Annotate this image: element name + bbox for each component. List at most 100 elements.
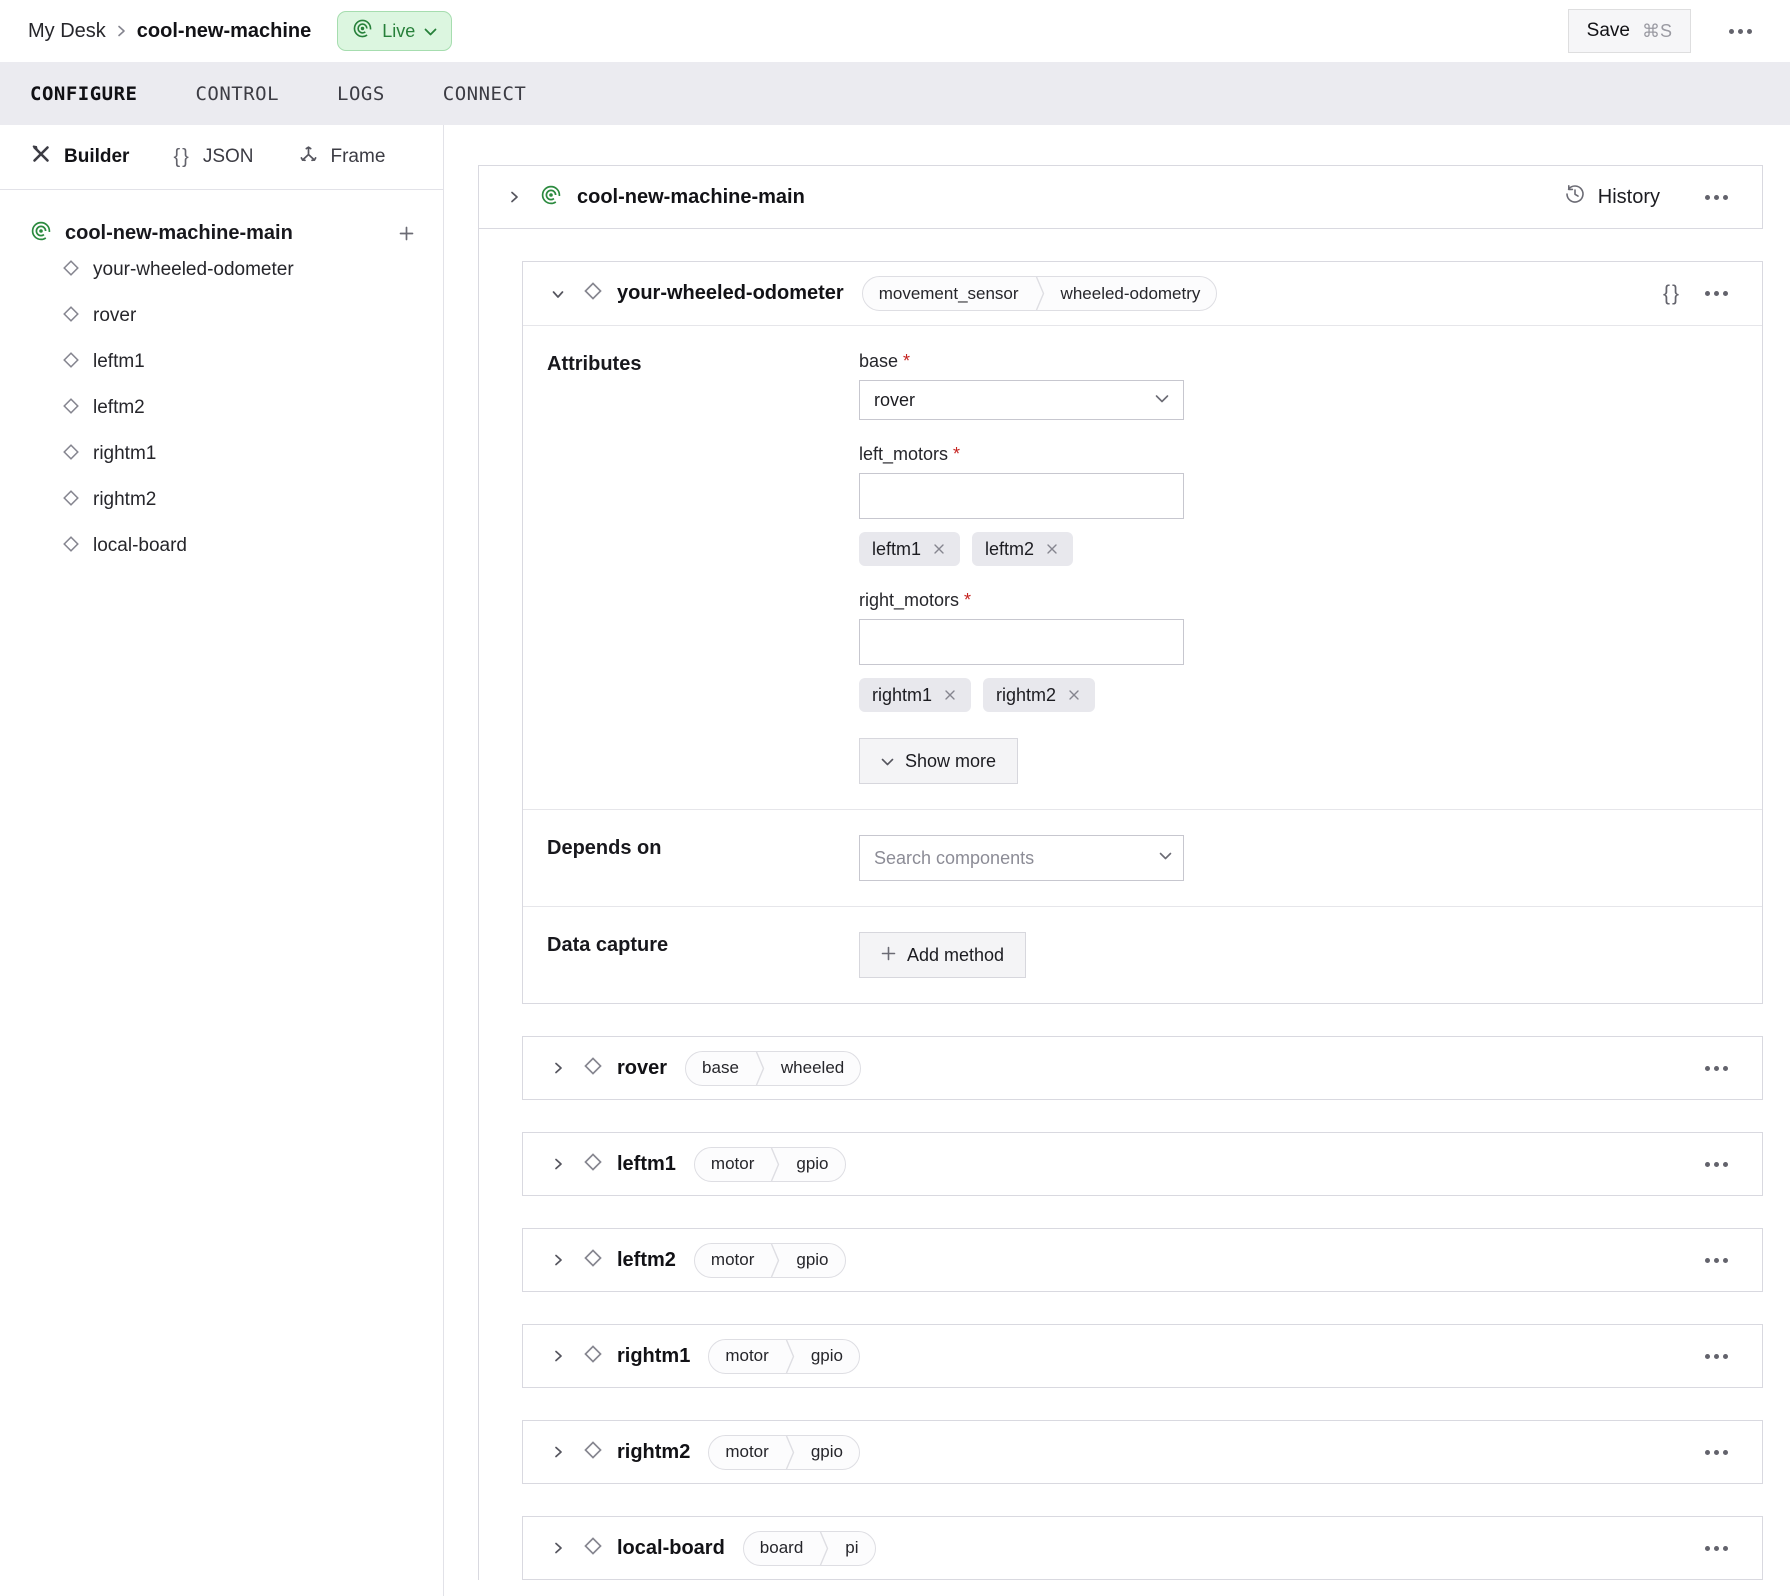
diamond-icon: [583, 1056, 603, 1081]
save-shortcut: ⌘S: [1642, 21, 1672, 42]
remove-chip-icon[interactable]: [1044, 541, 1060, 557]
history-label: History: [1598, 186, 1660, 209]
tag-divider-icon: [819, 1532, 829, 1565]
expand-card-button[interactable]: [547, 1441, 569, 1463]
resource-menu-button[interactable]: [1695, 1054, 1738, 1083]
right-motors-input[interactable]: [859, 619, 1184, 665]
resource-menu-button[interactable]: [1695, 1246, 1738, 1275]
tree-item-rightm2[interactable]: rightm2: [62, 477, 419, 523]
mode-frame-label: Frame: [331, 146, 386, 168]
resource-card-your-wheeled-odometer: your-wheeled-odometer movement_sensor wh…: [522, 261, 1763, 1004]
mode-frame[interactable]: Frame: [298, 144, 386, 171]
expand-card-button[interactable]: [547, 1249, 569, 1271]
configure-sidebar: Builder {} JSON Frame cool-new-machine-m…: [0, 125, 444, 1596]
expand-card-button[interactable]: [547, 1345, 569, 1367]
tree-item-rover[interactable]: rover: [62, 293, 419, 339]
tree-item-rightm1[interactable]: rightm1: [62, 431, 419, 477]
tab-control[interactable]: CONTROL: [195, 83, 279, 105]
resource-card-rover: rover base wheeled: [522, 1036, 1763, 1100]
base-select-value: rover: [874, 390, 1155, 411]
show-more-button[interactable]: Show more: [859, 738, 1018, 784]
part-menu-button[interactable]: [1695, 183, 1738, 212]
base-field-label: base*: [859, 351, 1184, 372]
top-bar: My Desk cool-new-machine Live Save ⌘S: [0, 0, 1790, 62]
resource-menu-button[interactable]: [1695, 1534, 1738, 1563]
mode-builder[interactable]: Builder: [30, 143, 129, 171]
chip-rightm1: rightm1: [859, 678, 971, 712]
resource-type-tag: motor gpio: [708, 1339, 860, 1374]
add-method-label: Add method: [907, 945, 1004, 966]
history-button[interactable]: History: [1564, 183, 1660, 211]
live-status-dropdown[interactable]: Live: [337, 11, 452, 51]
chevron-down-icon: [1155, 391, 1169, 409]
diamond-icon: [62, 397, 80, 420]
part-title: cool-new-machine-main: [577, 186, 1549, 209]
diamond-icon: [62, 351, 80, 374]
configure-main-panel: cool-new-machine-main History your-wheel…: [444, 125, 1790, 1596]
remove-chip-icon[interactable]: [1066, 687, 1082, 703]
resource-type-tag: base wheeled: [685, 1051, 861, 1086]
breadcrumb-parent[interactable]: My Desk: [28, 20, 106, 43]
resource-menu-button[interactable]: [1695, 1342, 1738, 1371]
depends-on-section: Depends on: [523, 809, 1762, 906]
resource-card-leftm2: leftm2 motor gpio: [522, 1228, 1763, 1292]
machine-menu-button[interactable]: [1719, 17, 1762, 46]
tab-connect[interactable]: CONNECT: [443, 83, 527, 105]
add-component-button[interactable]: [394, 221, 419, 246]
tree-item-leftm1[interactable]: leftm1: [62, 339, 419, 385]
chevron-down-icon: [1159, 852, 1172, 861]
base-select[interactable]: rover: [859, 380, 1184, 420]
resource-type-tag: motor gpio: [694, 1243, 846, 1278]
depends-on-search-input[interactable]: [859, 835, 1184, 881]
tree-root-part[interactable]: cool-new-machine-main: [30, 220, 419, 247]
expand-card-button[interactable]: [547, 1057, 569, 1079]
depends-on-heading: Depends on: [547, 835, 859, 881]
show-more-label: Show more: [905, 751, 996, 772]
save-button[interactable]: Save ⌘S: [1568, 9, 1691, 53]
resource-menu-button[interactable]: [1695, 1438, 1738, 1467]
tag-divider-icon: [785, 1436, 795, 1469]
expand-card-button[interactable]: [547, 1537, 569, 1559]
braces-icon[interactable]: {}: [1663, 282, 1681, 306]
view-mode-switcher: Builder {} JSON Frame: [0, 125, 443, 190]
resource-card-leftm1: leftm1 motor gpio: [522, 1132, 1763, 1196]
mode-builder-label: Builder: [64, 146, 129, 168]
tree-root-label: cool-new-machine-main: [65, 222, 381, 245]
mode-json[interactable]: {} JSON: [173, 146, 253, 169]
resource-card-rightm1: rightm1 motor gpio: [522, 1324, 1763, 1388]
tree-item-leftm2[interactable]: leftm2: [62, 385, 419, 431]
tag-api: movement_sensor: [863, 277, 1035, 310]
chip-leftm1: leftm1: [859, 532, 960, 566]
resource-menu-button[interactable]: [1695, 1150, 1738, 1179]
add-method-button[interactable]: Add method: [859, 932, 1026, 978]
tag-divider-icon: [1035, 277, 1045, 310]
tree-item-local-board[interactable]: local-board: [62, 523, 419, 569]
tree-item-your-wheeled-odometer[interactable]: your-wheeled-odometer: [62, 247, 419, 293]
diamond-icon: [62, 489, 80, 512]
resource-menu-button[interactable]: [1695, 279, 1738, 308]
data-capture-heading: Data capture: [547, 932, 859, 978]
chip-leftm2: leftm2: [972, 532, 1073, 566]
tab-logs[interactable]: LOGS: [337, 83, 385, 105]
diamond-icon: [62, 443, 80, 466]
data-capture-section: Data capture Add method: [523, 906, 1762, 1003]
tab-configure[interactable]: CONFIGURE: [30, 83, 137, 105]
chevron-down-icon: [424, 21, 437, 42]
left-motors-input[interactable]: [859, 473, 1184, 519]
diamond-icon: [62, 305, 80, 328]
remove-chip-icon[interactable]: [931, 541, 947, 557]
expand-part-button[interactable]: [503, 186, 525, 208]
resource-title: your-wheeled-odometer: [617, 282, 844, 305]
part-card-header: cool-new-machine-main History: [478, 165, 1763, 229]
diamond-icon: [62, 535, 80, 558]
diamond-icon: [583, 1248, 603, 1273]
expand-card-button[interactable]: [547, 1153, 569, 1175]
collapse-card-button[interactable]: [547, 283, 569, 305]
resource-type-tag: motor gpio: [694, 1147, 846, 1182]
resource-type-tag: motor gpio: [708, 1435, 860, 1470]
remove-chip-icon[interactable]: [942, 687, 958, 703]
tag-divider-icon: [770, 1244, 780, 1277]
resource-type-tag: movement_sensor wheeled-odometry: [862, 276, 1218, 311]
antenna-icon: [352, 18, 373, 44]
depends-on-select[interactable]: [859, 835, 1184, 881]
